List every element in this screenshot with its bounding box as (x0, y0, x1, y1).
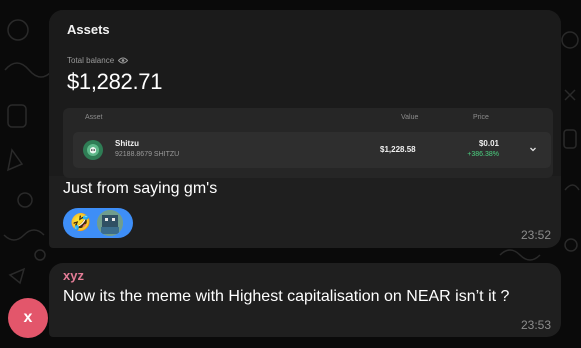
table-row: Shitzu 92188.8679 SHITZU $1,228.58 $0.01… (73, 132, 551, 168)
message-timestamp: 23:53 (520, 318, 551, 332)
reaction-pill[interactable]: 🤣 (63, 208, 133, 238)
total-balance-value: $1,282.71 (67, 69, 163, 94)
chevron-down-icon (530, 147, 536, 152)
column-price: Price (473, 114, 489, 121)
assets-screenshot-image[interactable]: Assets Total balance $1,282.71 Asset Val… (49, 10, 561, 178)
message-bubble[interactable]: xyz Now its the meme with Highest capita… (49, 263, 561, 337)
shitzu-token-icon (83, 140, 103, 160)
asset-name: Shitzu (115, 139, 139, 148)
total-balance-label: Total balance (67, 56, 129, 65)
eye-icon (118, 57, 129, 64)
reactor-avatar[interactable] (97, 210, 123, 236)
asset-price-change: +386.38% (467, 151, 499, 158)
asset-price: $0.01 (478, 139, 499, 148)
message-text: Just from saying gm's (63, 180, 218, 197)
message-bubble[interactable]: Assets Total balance $1,282.71 Asset Val… (49, 10, 561, 248)
sender-avatar[interactable]: x (8, 298, 48, 338)
table-header: Asset Value Price (63, 108, 553, 126)
rofl-emoji-reaction: 🤣 (70, 213, 92, 232)
message-timestamp: 23:52 (520, 228, 551, 242)
asset-value: $1,228.58 (380, 145, 416, 154)
asset-amount: 92188.8679 SHITZU (115, 151, 180, 158)
assets-title: Assets (67, 22, 110, 37)
sender-name[interactable]: xyz (63, 268, 84, 283)
column-value: Value (401, 114, 419, 121)
assets-table: Asset Value Price Shitzu 92188.8679 SHIT… (63, 108, 553, 178)
message-text: Now its the meme with Highest capitalisa… (63, 288, 510, 305)
balance-label-text: Total balance (67, 56, 115, 65)
column-asset: Asset (85, 114, 103, 121)
